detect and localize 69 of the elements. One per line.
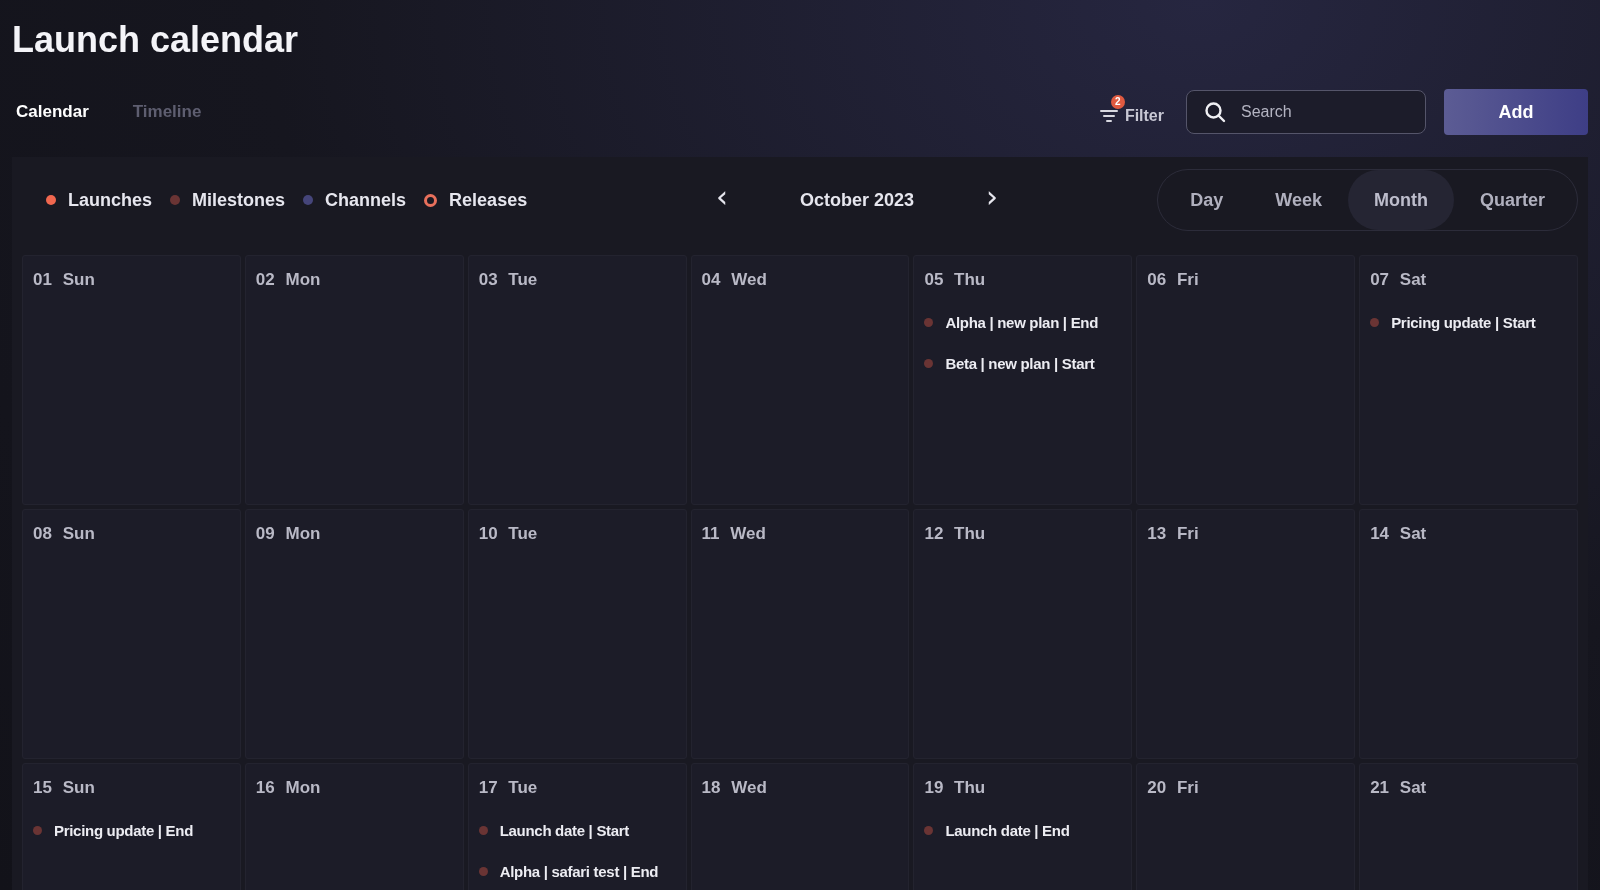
day-cell[interactable]: 20 Fri [1136,763,1356,890]
filter-icon [1098,108,1119,125]
add-button[interactable]: Add [1444,89,1588,136]
filter-button[interactable]: 2 Filter [1094,95,1168,130]
legend-label: Launches [68,189,153,211]
day-label: 21 Sat [1370,778,1428,799]
day-cell[interactable]: 12 Thu [913,509,1133,760]
event-label[interactable]: Pricing update | End [54,822,194,840]
day-label: 04 Wed [701,270,768,291]
day-cell[interactable]: 15 Sun Pricing update | End [22,763,241,890]
day-label: 02 Mon [255,270,322,291]
day-label: 10 Tue [478,524,539,545]
day-cell[interactable]: 13 Fri [1136,509,1356,760]
event-label[interactable]: Pricing update | Start [1391,314,1536,332]
view-option[interactable]: Day [1164,170,1250,231]
day-cell[interactable]: 16 Mon [244,763,464,890]
day-label: 15 Sun [33,778,96,799]
day-label: 18 Wed [701,778,768,799]
day-label: 08 Sun [33,524,96,545]
day-cell[interactable]: 09 Mon [244,509,464,760]
day-label: 16 Mon [255,778,322,799]
day-cell[interactable]: 06 Fri [1136,255,1356,506]
search-icon [1204,101,1226,124]
day-cell[interactable]: 11 Wed [690,509,910,760]
day-label: 20 Fri [1147,778,1200,799]
day-cell[interactable]: 01 Sun [22,255,241,506]
month-label: October 2023 [799,189,915,211]
day-cell[interactable]: 05 Thu Alpha | new plan | End Beta | new plan | Start [913,255,1133,506]
event-label[interactable]: Beta | new plan | Start [945,355,1095,373]
view-option[interactable]: Week [1249,170,1348,231]
previous-month-button[interactable]: ‹ [710,182,734,219]
event-label[interactable]: Launch date | End [945,822,1070,840]
search-field[interactable]: Search [1186,90,1426,135]
day-cell[interactable]: 07 Sat Pricing update | Start [1359,255,1578,506]
legend-label: Releases [449,189,528,211]
filter-count-badge: 2 [1110,95,1125,110]
event-label[interactable]: Launch date | Start [499,822,630,840]
view-option[interactable]: Quarter [1453,170,1571,231]
day-cell[interactable]: 17 Tue Launch date | Start Alpha | safari test | End [467,763,687,890]
legend-label: Milestones [192,189,286,211]
day-label: 01 Sun [33,270,96,291]
day-cell[interactable]: 04 Wed [690,255,910,506]
day-label: 07 Sat [1370,270,1428,291]
event-label[interactable]: Alpha | new plan | End [945,314,1099,332]
day-cell[interactable]: 21 Sat [1359,763,1578,890]
day-cell[interactable]: 03 Tue [467,255,687,506]
day-label: 14 Sat [1370,524,1428,545]
day-label: 19 Thu [924,778,987,799]
day-label: 13 Fri [1147,524,1200,545]
day-label: 12 Thu [924,524,987,545]
day-label: 03 Tue [478,270,539,291]
day-label: 11 Wed [701,524,767,545]
day-cell[interactable]: 08 Sun [22,509,241,760]
view-option[interactable]: Month [1348,170,1454,231]
day-cell[interactable]: 10 Tue [467,509,687,760]
next-month-button[interactable]: › [980,182,1004,219]
day-label: 09 Mon [255,524,322,545]
filter-label: Filter [1124,107,1164,126]
day-cell[interactable]: 14 Sat [1359,509,1578,760]
view-tab[interactable]: Calendar [16,102,89,123]
event-label[interactable]: Alpha | safari test | End [499,863,659,881]
day-label: 06 Fri [1147,270,1200,291]
day-cell[interactable]: 19 Thu Launch date | End [913,763,1133,890]
day-label: 17 Tue [478,778,539,799]
day-cell[interactable]: 18 Wed [690,763,910,890]
legend-label: Channels [325,189,407,211]
page-title: Launch calendar [12,18,300,62]
day-label: 05 Thu [924,270,987,291]
day-cell[interactable]: 02 Mon [244,255,464,506]
